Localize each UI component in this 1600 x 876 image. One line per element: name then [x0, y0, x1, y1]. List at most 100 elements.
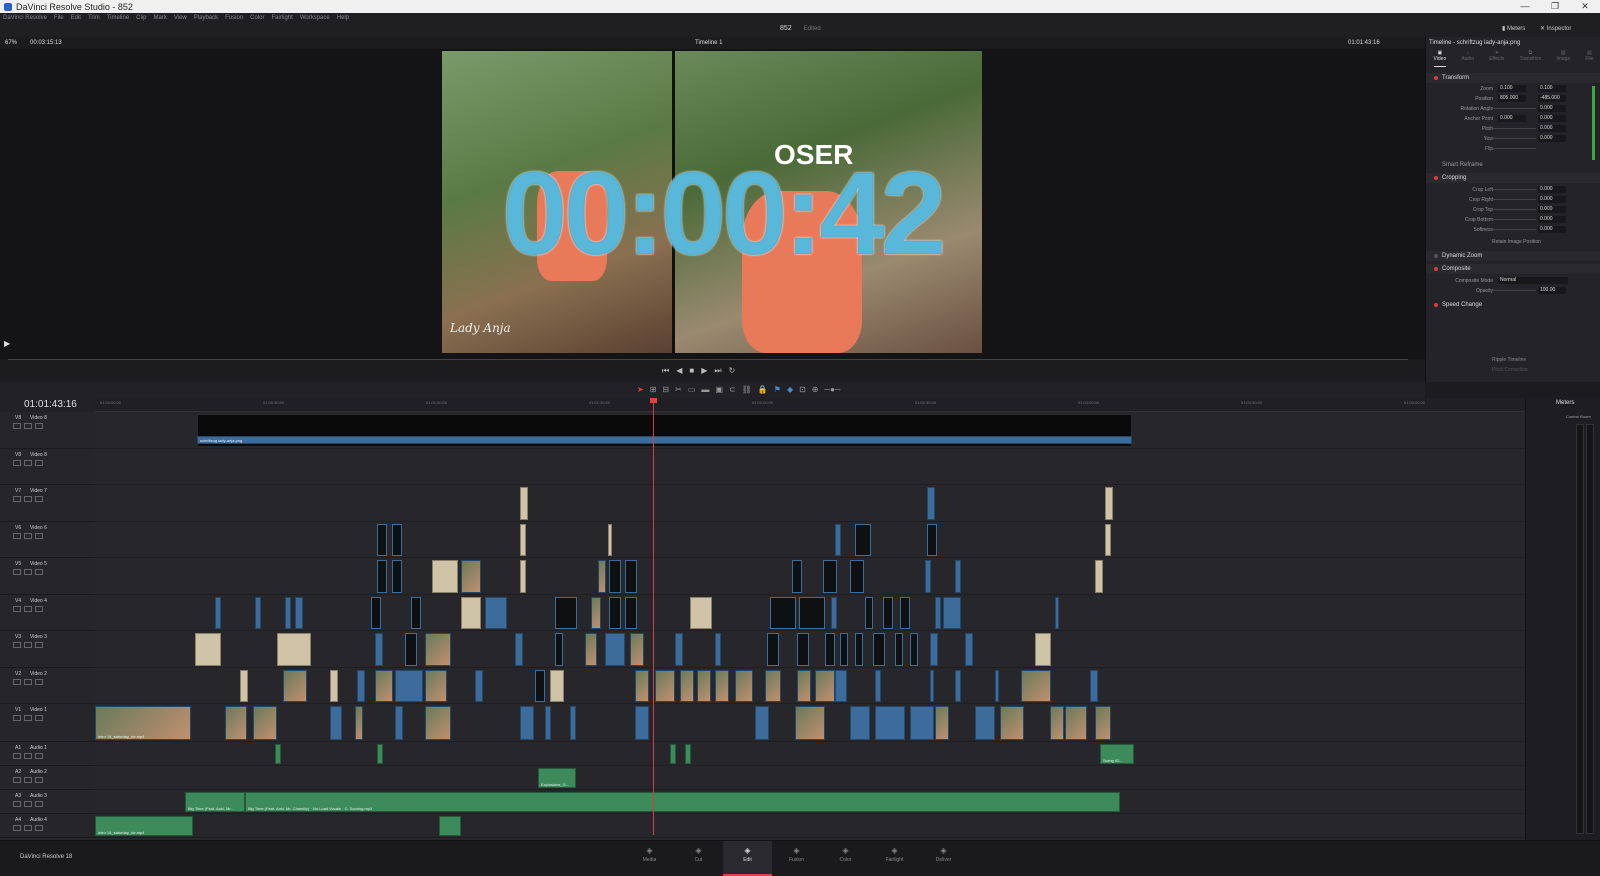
timeline-clip[interactable] [927, 524, 937, 556]
timeline-clip[interactable] [655, 670, 675, 702]
timeline-clip[interactable] [377, 524, 387, 556]
menu-file[interactable]: File [54, 15, 64, 21]
timeline-clip[interactable] [795, 706, 825, 740]
timeline-clip[interactable] [955, 560, 961, 593]
track-enable-icon[interactable] [35, 801, 43, 807]
section-smart-reframe[interactable]: Smart Reframe [1426, 160, 1600, 170]
marker-icon[interactable]: ◆ [787, 385, 793, 394]
timeline-clip[interactable] [825, 633, 835, 666]
inspector-toggle-button[interactable]: ✕ Inspector [1540, 25, 1571, 32]
stop-icon[interactable]: ■ [689, 366, 694, 376]
track-header-a4[interactable]: A4 Audio 4 [0, 814, 95, 838]
timeline-viewer[interactable]: 00:00:42 OSER Lady Anja ▶ [0, 49, 1425, 359]
lock-track-icon[interactable] [13, 569, 21, 575]
timeline-clip[interactable] [625, 597, 637, 629]
timeline-clip[interactable] [357, 670, 365, 702]
timeline-clip[interactable] [1095, 706, 1111, 740]
auto-select-icon[interactable] [24, 801, 32, 807]
auto-select-icon[interactable] [24, 753, 32, 759]
auto-select-icon[interactable] [24, 642, 32, 648]
selection-tool-icon[interactable]: ➤ [637, 385, 644, 394]
timeline-clip[interactable] [855, 524, 871, 556]
timeline-clip[interactable] [253, 706, 277, 740]
timeline-clip[interactable] [425, 670, 447, 702]
timeline-clip[interactable] [797, 670, 811, 702]
timeline-clip[interactable] [835, 524, 841, 556]
timeline-clip[interactable] [330, 706, 342, 740]
timeline-clip[interactable] [405, 633, 417, 666]
page-tab-media[interactable]: ◈ Media [625, 841, 674, 876]
timeline-clip[interactable] [715, 670, 729, 702]
timeline-clip[interactable] [835, 670, 847, 702]
timeline-clip[interactable] [461, 560, 481, 593]
track-header-v8[interactable]: V8 Video 8 [0, 412, 95, 449]
timeline-clip[interactable] [545, 706, 551, 740]
timeline-clip[interactable] [608, 524, 612, 556]
timeline-clip[interactable] [1050, 706, 1064, 740]
timeline-clip[interactable]: intro 18_saturday_de.mp4 [95, 816, 193, 836]
prop-x-field[interactable]: 0.000 [1498, 115, 1526, 122]
track-enable-icon[interactable] [35, 460, 43, 466]
track-header-v5[interactable]: V5 Video 5 [0, 558, 95, 595]
skip-start-icon[interactable]: ⏮ [662, 366, 669, 376]
timeline-clip[interactable] [555, 597, 577, 629]
timeline-clip[interactable] [823, 560, 837, 593]
timeline-clip[interactable] [855, 633, 863, 666]
inspector-scrollbar[interactable] [1592, 86, 1595, 160]
tab-transition[interactable]: ⧉ Transition [1519, 49, 1541, 67]
lock-track-icon[interactable] [13, 533, 21, 539]
lock-track-icon[interactable] [13, 777, 21, 783]
timeline-clip[interactable] [875, 670, 881, 702]
track-enable-icon[interactable] [35, 569, 43, 575]
timeline-clip[interactable] [815, 670, 835, 702]
track-lane[interactable] [95, 485, 1525, 522]
timeline-clip[interactable] [371, 597, 381, 629]
lock-track-icon[interactable] [13, 825, 21, 831]
section-speed-change[interactable]: Speed Change [1426, 300, 1600, 310]
timeline-clip[interactable] [550, 670, 564, 702]
auto-select-icon[interactable] [24, 777, 32, 783]
lock-track-icon[interactable] [13, 715, 21, 721]
auto-select-icon[interactable] [24, 825, 32, 831]
overwrite-icon[interactable]: ▬ [701, 385, 709, 394]
track-enable-icon[interactable] [35, 753, 43, 759]
track-lane[interactable] [95, 522, 1525, 558]
skip-end-icon[interactable]: ⏭ [714, 366, 721, 376]
timeline-clip[interactable] [930, 633, 938, 666]
timeline-clip[interactable] [873, 633, 885, 666]
timeline-clip[interactable] [330, 670, 338, 702]
prop-y-field[interactable]: 0.000 [1538, 105, 1566, 112]
track-lane[interactable] [95, 814, 1525, 838]
menu-workspace[interactable]: Workspace [300, 15, 330, 21]
timeline-clip[interactable]: intro 18_saturday_de.mp4 [95, 706, 191, 740]
timeline-clip[interactable] [925, 560, 931, 593]
crop-value-field[interactable]: 0.000 [1538, 196, 1566, 203]
timeline-clip[interactable] [598, 560, 606, 593]
timeline-clip[interactable] [225, 706, 247, 740]
timeline-clip[interactable]: Big Time (Feat. Aoki, Mr... [185, 792, 245, 812]
playhead-handle[interactable] [650, 398, 657, 403]
timeline-clip[interactable] [355, 706, 363, 740]
auto-select-icon[interactable] [24, 606, 32, 612]
prop-y-field[interactable]: 0.000 [1538, 115, 1566, 122]
timeline-clip[interactable] [735, 670, 753, 702]
timeline-clip[interactable] [943, 597, 961, 629]
timeline-clip[interactable] [792, 560, 802, 593]
timeline-clip[interactable] [1095, 560, 1103, 593]
minimize-button[interactable]: — [1510, 0, 1540, 13]
track-header-a2[interactable]: A2 Audio 2 [0, 766, 95, 790]
timeline-clip[interactable] [1000, 706, 1024, 740]
timeline-clip[interactable] [927, 487, 935, 520]
crop-slider[interactable] [1486, 229, 1536, 230]
timeline-clip[interactable] [840, 633, 848, 666]
timeline-clip[interactable] [277, 633, 311, 666]
tab-audio[interactable]: ♪ Audio [1461, 49, 1474, 67]
track-header-a3[interactable]: A3 Audio 3 [0, 790, 95, 814]
menu-edit[interactable]: Edit [71, 15, 81, 21]
timeline-clip[interactable] [570, 706, 576, 740]
track-header-v7[interactable]: V7 Video 7 [0, 485, 95, 522]
timeline-clip[interactable] [432, 560, 458, 593]
menu-mark[interactable]: Mark [154, 15, 167, 21]
timeline-clip[interactable] [240, 670, 248, 702]
loop-icon[interactable]: ↻ [729, 366, 736, 376]
